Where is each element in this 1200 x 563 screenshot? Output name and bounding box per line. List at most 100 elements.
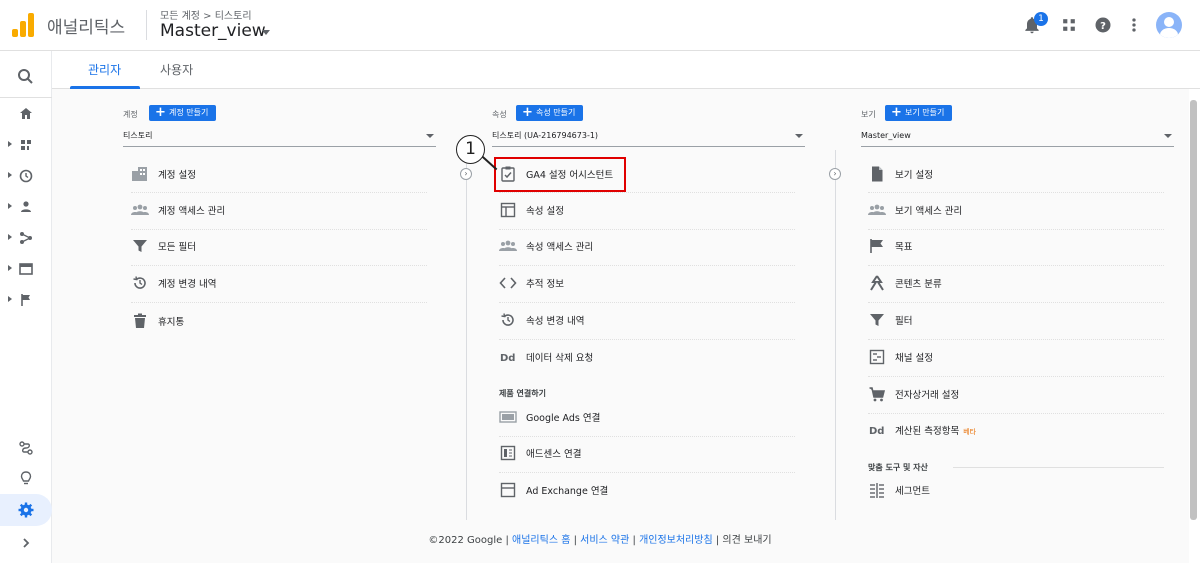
- row-divider: [868, 265, 1164, 266]
- data-deletion-request-item[interactable]: Dd 데이터 삭제 요청: [499, 347, 779, 367]
- search-icon[interactable]: [10, 65, 42, 87]
- content-grouping-item[interactable]: 콘텐츠 분류: [868, 273, 1148, 293]
- ecommerce-settings-item[interactable]: 전자상거래 설정: [868, 384, 1148, 404]
- tab-user[interactable]: 사용자: [160, 61, 193, 78]
- trash-item[interactable]: 휴지통: [131, 311, 411, 331]
- view-access-item[interactable]: 보기 액세스 관리: [868, 200, 1148, 220]
- discover-lightbulb-icon[interactable]: [10, 468, 42, 490]
- footer-link-analytics-home[interactable]: 애널리틱스 홈: [512, 535, 570, 546]
- calculated-metrics-item[interactable]: Dd 계산된 측정항목 베타: [868, 420, 1148, 440]
- product-links-heading: 제품 연결하기: [499, 389, 546, 398]
- dropdown-caret-icon: [426, 134, 434, 138]
- analytics-logo-icon[interactable]: [12, 13, 34, 37]
- account-column-title: 계정: [123, 110, 138, 119]
- account-selector[interactable]: 티스토리: [123, 129, 436, 147]
- ecommerce-settings-label: 전자상거래 설정: [895, 390, 960, 401]
- admin-gear-icon[interactable]: [10, 499, 42, 521]
- property-access-item[interactable]: 속성 액세스 관리: [499, 236, 779, 256]
- step-number-callout: 1: [456, 135, 485, 164]
- nav-divider: [0, 97, 52, 98]
- app-name[interactable]: 애널리틱스: [47, 13, 125, 38]
- google-ads-link-item[interactable]: Google Ads 연결: [499, 407, 779, 427]
- tracking-info-item[interactable]: 추적 정보: [499, 273, 779, 293]
- account-change-history-item[interactable]: 계정 변경 내역: [131, 273, 411, 293]
- filter-icon: [131, 237, 149, 255]
- footer-feedback-prefix[interactable]: 의견: [722, 535, 740, 546]
- create-property-button[interactable]: + 속성 만들기: [516, 105, 584, 121]
- more-vert-icon[interactable]: [1124, 15, 1144, 35]
- segments-item[interactable]: 세그먼트: [868, 480, 1148, 500]
- view-filters-item[interactable]: 필터: [868, 310, 1148, 330]
- behavior-icon[interactable]: [8, 258, 42, 280]
- cart-icon: [868, 385, 886, 403]
- highlight-box: [494, 157, 626, 192]
- row-divider: [499, 229, 795, 230]
- page-scrollbar[interactable]: [1190, 100, 1197, 520]
- data-deletion-request-label: 데이터 삭제 요청: [526, 353, 594, 364]
- beta-badge: 베타: [963, 428, 977, 436]
- tab-admin[interactable]: 관리자: [88, 61, 121, 78]
- arrow-right-circle-icon: ›: [829, 168, 841, 180]
- account-selector-value: 티스토리: [123, 131, 153, 140]
- property-column-title: 속성: [492, 110, 507, 119]
- account-avatar[interactable]: [1156, 12, 1182, 38]
- create-view-button[interactable]: + 보기 만들기: [885, 105, 953, 121]
- create-account-button[interactable]: + 계정 만들기: [149, 105, 217, 121]
- people-icon: [868, 201, 886, 219]
- dropdown-caret-icon: [795, 134, 803, 138]
- acquisition-icon[interactable]: [8, 227, 42, 249]
- ad-exchange-link-label: Ad Exchange 연결: [526, 486, 609, 497]
- goals-label: 목표: [895, 242, 913, 253]
- footer-feedback-suffix[interactable]: 보내기: [744, 535, 772, 546]
- customization-dashboard-icon[interactable]: [8, 134, 42, 156]
- ad-exchange-icon: [499, 481, 517, 499]
- plus-icon: +: [522, 105, 533, 120]
- help-icon[interactable]: ?: [1093, 15, 1113, 35]
- account-access-item[interactable]: 계정 액세스 관리: [131, 200, 411, 220]
- grouping-icon: [868, 274, 886, 292]
- dd-icon: Dd: [499, 348, 517, 366]
- view-selector-caret-icon[interactable]: [262, 30, 270, 35]
- channel-settings-item[interactable]: 채널 설정: [868, 347, 1148, 367]
- account-change-history-label: 계정 변경 내역: [158, 279, 217, 290]
- view-selector[interactable]: Master_view: [160, 21, 266, 41]
- footer-link-terms[interactable]: 서비스 약관: [580, 535, 629, 546]
- row-divider: [499, 436, 795, 437]
- top-bar: 애널리틱스 모든 계정 > 티스토리 Master_view 1 ?: [0, 0, 1200, 51]
- view-settings-item[interactable]: 보기 설정: [868, 164, 1148, 184]
- row-divider: [868, 376, 1164, 377]
- footer-link-privacy[interactable]: 개인정보처리방침: [639, 535, 713, 546]
- apps-grid-icon[interactable]: [1059, 15, 1079, 35]
- realtime-clock-icon[interactable]: [8, 165, 42, 187]
- goals-item[interactable]: 목표: [868, 236, 1148, 256]
- footer-separator: |: [712, 535, 723, 546]
- row-divider: [868, 229, 1164, 230]
- adsense-link-item[interactable]: 애드센스 연결: [499, 443, 779, 463]
- row-divider: [868, 302, 1164, 303]
- view-access-label: 보기 액세스 관리: [895, 206, 963, 217]
- account-settings-item[interactable]: 계정 설정: [131, 164, 411, 184]
- ad-exchange-link-item[interactable]: Ad Exchange 연결: [499, 480, 779, 500]
- audience-person-icon[interactable]: [8, 196, 42, 218]
- breadcrumb[interactable]: 모든 계정 > 티스토리: [160, 7, 252, 22]
- property-change-history-item[interactable]: 속성 변경 내역: [499, 310, 779, 330]
- attribution-icon[interactable]: [10, 437, 42, 459]
- dropdown-caret-icon: [1164, 134, 1172, 138]
- column-separator: [835, 150, 836, 520]
- arrow-right-circle-icon: ›: [460, 168, 472, 180]
- flag-icon: [868, 237, 886, 255]
- home-icon[interactable]: [10, 103, 42, 125]
- row-divider: [868, 339, 1164, 340]
- document-icon: [868, 165, 886, 183]
- conversions-flag-icon[interactable]: [8, 289, 42, 311]
- channel-icon: [868, 348, 886, 366]
- view-selector-value: Master_view: [861, 131, 911, 140]
- all-filters-item[interactable]: 모든 필터: [131, 236, 411, 256]
- property-settings-item[interactable]: 속성 설정: [499, 200, 779, 220]
- footer-separator: |: [629, 535, 640, 546]
- property-access-label: 속성 액세스 관리: [526, 242, 594, 253]
- view-column-title: 보기: [861, 110, 876, 119]
- view-selector-dropdown[interactable]: Master_view: [861, 129, 1174, 147]
- footer-separator: |: [502, 535, 513, 546]
- property-selector[interactable]: 티스토리 (UA-216794673-1): [492, 129, 805, 147]
